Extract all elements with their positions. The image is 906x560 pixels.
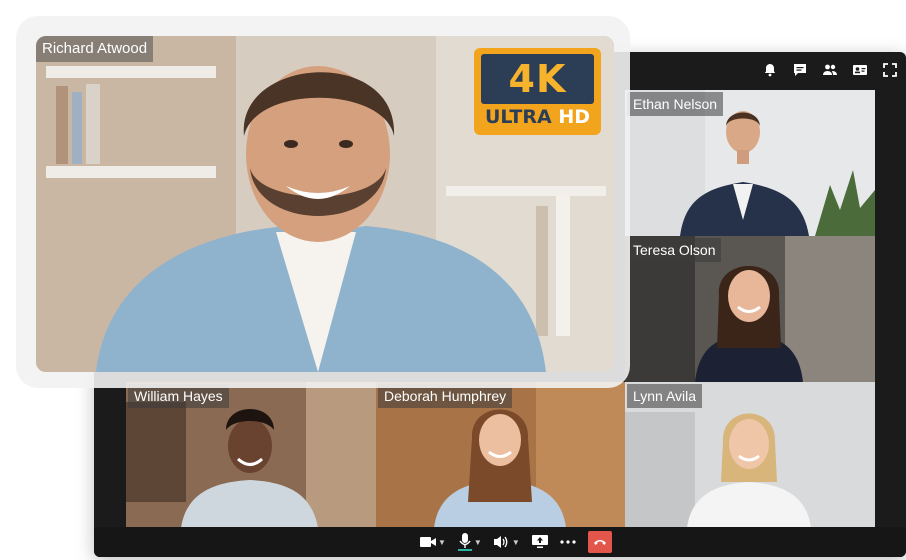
featured-name: Richard Atwood — [36, 36, 154, 62]
fullscreen-icon[interactable] — [882, 62, 898, 78]
share-screen-icon — [531, 535, 548, 549]
participants-icon[interactable] — [822, 62, 838, 78]
speaker-button[interactable]: ▼ — [493, 535, 520, 549]
participant-name: Lynn Avila — [627, 384, 703, 408]
camera-icon — [420, 536, 436, 548]
bell-icon[interactable] — [762, 62, 778, 78]
4k-ultra-hd-badge: 4K ULTRA HD — [474, 48, 601, 135]
top-icons — [762, 62, 898, 78]
chevron-down-icon[interactable]: ▼ — [512, 538, 520, 547]
chevron-down-icon[interactable]: ▼ — [438, 538, 446, 547]
camera-button[interactable]: ▼ — [420, 536, 446, 548]
participant-name: Teresa Olson — [627, 238, 722, 262]
call-toolbar: ▼ ▼ ▼ — [94, 527, 906, 557]
chat-icon[interactable] — [792, 62, 808, 78]
more-icon — [560, 540, 576, 544]
badge-ultra-text: ULTRA — [485, 106, 552, 128]
microphone-icon — [457, 533, 472, 551]
badge-4k-text: 4K — [508, 57, 567, 101]
participant-tile[interactable]: Deborah Humphrey — [376, 382, 625, 528]
hang-up-icon — [593, 538, 607, 546]
participant-name: Ethan Nelson — [627, 92, 724, 116]
microphone-button[interactable]: ▼ — [457, 533, 482, 551]
participant-tile[interactable]: Ethan Nelson — [625, 90, 875, 236]
hang-up-button[interactable] — [587, 531, 612, 553]
participant-tile[interactable]: William Hayes — [126, 382, 376, 528]
call-controls: ▼ ▼ ▼ — [420, 531, 612, 553]
more-button[interactable] — [560, 540, 576, 544]
badge-hd-text: HD — [558, 106, 590, 128]
speaker-icon — [493, 535, 510, 549]
share-screen-button[interactable] — [531, 535, 548, 549]
participant-tile[interactable]: Lynn Avila — [625, 382, 875, 528]
chevron-down-icon[interactable]: ▼ — [474, 538, 482, 547]
badge-subtitle: ULTRA HD — [474, 106, 601, 128]
badge-inner: 4K — [481, 54, 594, 104]
contact-card-icon[interactable] — [852, 62, 868, 78]
participant-tile[interactable]: Teresa Olson — [625, 236, 875, 382]
